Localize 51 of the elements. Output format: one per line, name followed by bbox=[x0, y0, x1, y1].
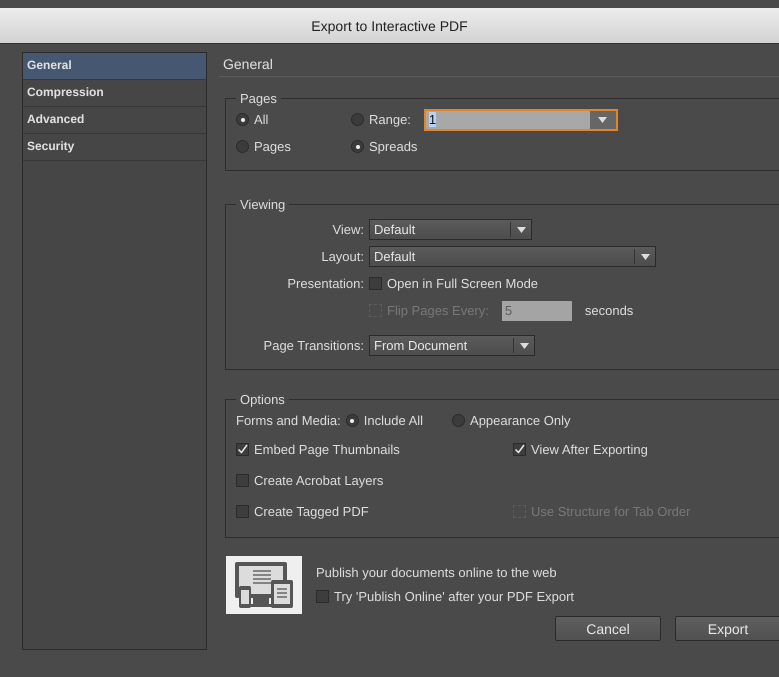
section-title: General bbox=[219, 56, 779, 77]
field-label: View: bbox=[331, 222, 364, 237]
radio-label: All bbox=[254, 112, 268, 127]
radio-label: Range: bbox=[369, 112, 411, 127]
dropdown[interactable]: Default bbox=[369, 219, 532, 240]
radio-button[interactable] bbox=[346, 414, 359, 427]
group-title: Options bbox=[239, 392, 286, 407]
radio-button[interactable] bbox=[351, 140, 364, 153]
radio-label: Appearance Only bbox=[470, 413, 570, 428]
export-button[interactable]: Export bbox=[675, 616, 779, 641]
dropdown-arrow-icon bbox=[598, 116, 608, 122]
radio-label: Pages bbox=[254, 139, 291, 154]
radio-button[interactable] bbox=[236, 140, 249, 153]
radio-button[interactable] bbox=[236, 113, 249, 126]
checkbox[interactable] bbox=[236, 505, 249, 518]
sidebar-item[interactable]: Compression bbox=[23, 80, 206, 107]
sidebar-item[interactable]: General bbox=[23, 53, 206, 80]
checkbox-label: Open in Full Screen Mode bbox=[387, 276, 538, 291]
checkbox[interactable] bbox=[236, 474, 249, 487]
field-label: Page Transitions: bbox=[262, 338, 364, 353]
checkbox[interactable] bbox=[316, 590, 329, 603]
checkbox-label: Try 'Publish Online' after your PDF Export bbox=[334, 589, 574, 604]
unit-label: seconds bbox=[584, 303, 634, 318]
dropdown-arrow-icon bbox=[516, 226, 526, 232]
checkbox-label: Embed Page Thumbnails bbox=[254, 442, 400, 457]
dropdown-arrow-icon bbox=[520, 342, 528, 348]
checkbox-label: Create Tagged PDF bbox=[254, 504, 369, 519]
devices-icon bbox=[226, 556, 302, 614]
cancel-button[interactable]: Cancel bbox=[555, 616, 661, 641]
field-label: Forms and Media: bbox=[236, 413, 341, 428]
checkbox[interactable] bbox=[513, 443, 526, 456]
radio-label: Include All bbox=[364, 413, 424, 428]
dropdown[interactable]: From Document bbox=[369, 335, 535, 356]
group-title: Pages bbox=[239, 91, 278, 106]
dropdown-arrow-icon bbox=[640, 254, 650, 260]
sidebar-item[interactable]: Security bbox=[23, 134, 206, 161]
field-label: Presentation: bbox=[286, 276, 364, 291]
publish-text: Publish your documents online to the web bbox=[316, 564, 558, 580]
checkbox[interactable] bbox=[236, 443, 249, 456]
checkbox-label: View After Exporting bbox=[531, 442, 648, 457]
checkbox-label: Create Acrobat Layers bbox=[254, 473, 384, 488]
dropdown[interactable]: Default bbox=[369, 246, 656, 267]
checkbox[interactable] bbox=[369, 277, 382, 290]
radio-label: Spreads bbox=[369, 139, 418, 154]
window-title: Export to Interactive PDF bbox=[311, 18, 468, 34]
radio-button[interactable] bbox=[351, 113, 364, 126]
group-title: Viewing bbox=[239, 197, 286, 212]
radio-button[interactable] bbox=[452, 414, 466, 427]
sidebar-item[interactable]: Advanced bbox=[23, 107, 206, 134]
field-label: Layout: bbox=[320, 249, 364, 264]
range-field[interactable]: 1 bbox=[424, 108, 618, 130]
